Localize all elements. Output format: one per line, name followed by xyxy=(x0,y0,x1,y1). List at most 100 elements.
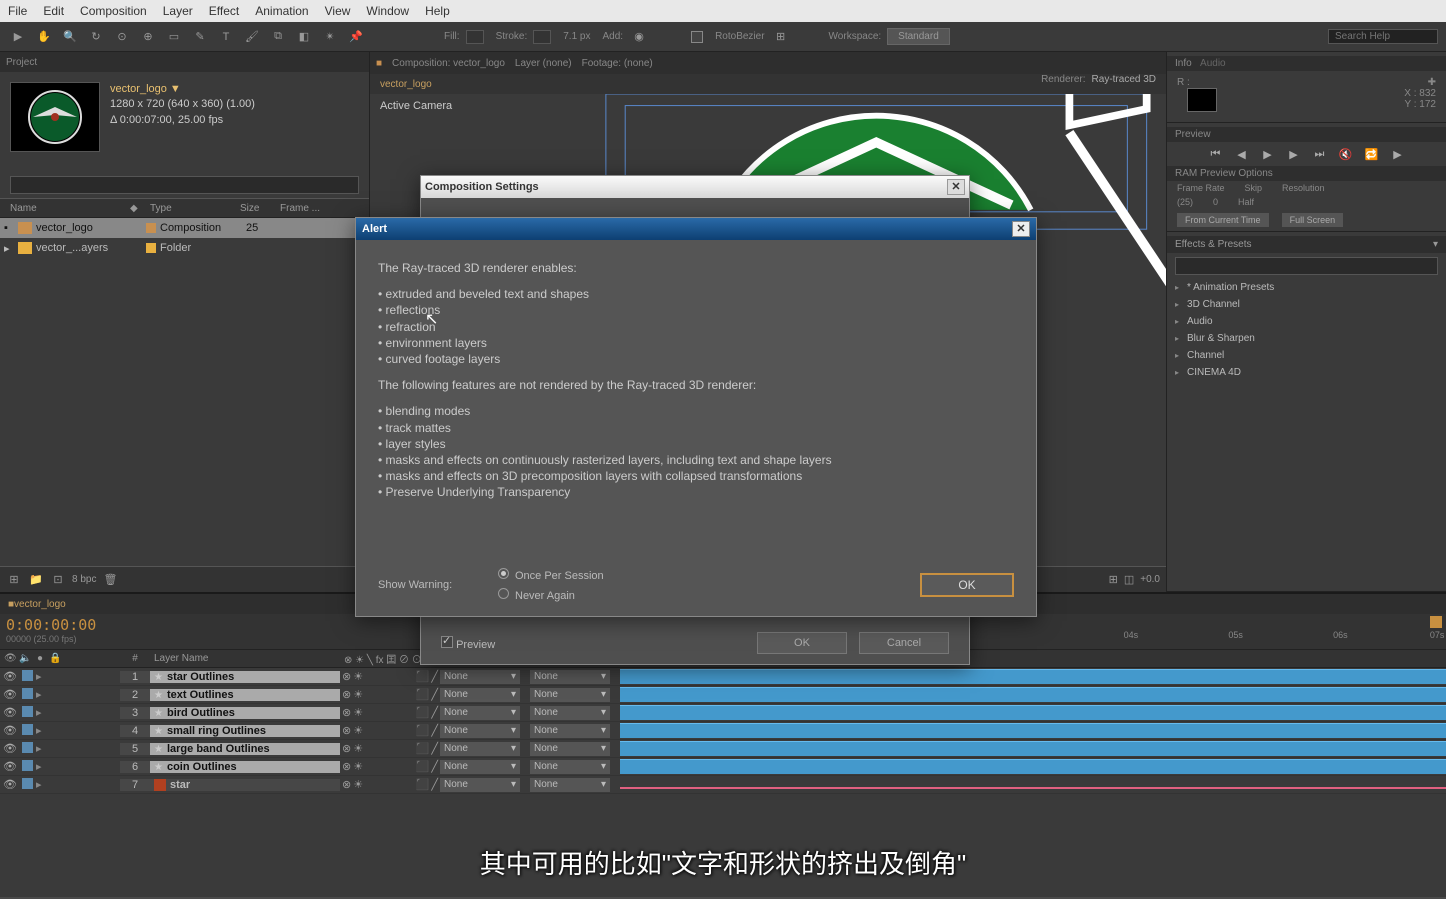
timeline-layer[interactable]: 👁▸5large band Outlines⊗☀⬛╱None▾None▾ xyxy=(0,740,1446,758)
comp-tab[interactable]: Composition: vector_logo xyxy=(392,58,505,69)
timeline-layer[interactable]: 👁▸4small ring Outlines⊗☀⬛╱None▾None▾ xyxy=(0,722,1446,740)
next-frame-icon[interactable]: ▶ xyxy=(1284,146,1304,162)
3d-icon[interactable]: ⬛ xyxy=(416,778,430,791)
layer-bar[interactable] xyxy=(620,705,1446,720)
eraser-tool-icon[interactable]: ◧ xyxy=(294,27,314,47)
effects-category[interactable]: 3D Channel xyxy=(1167,296,1446,313)
layer-bar[interactable] xyxy=(620,759,1446,774)
info-tab[interactable]: Info xyxy=(1175,58,1192,69)
3d-icon[interactable]: ⬛ xyxy=(416,706,430,719)
ok-button[interactable]: OK xyxy=(757,632,847,654)
track-matte-dropdown[interactable]: None▾ xyxy=(530,724,610,738)
work-area-end[interactable] xyxy=(1430,616,1442,628)
menu-help[interactable]: Help xyxy=(425,4,450,18)
3d-icon[interactable]: ⬛ xyxy=(416,742,430,755)
stroke-width[interactable]: 7.1 px xyxy=(563,31,590,42)
label-color[interactable] xyxy=(22,706,33,717)
effects-category[interactable]: Channel xyxy=(1167,347,1446,364)
from-current-time-button[interactable]: From Current Time xyxy=(1177,213,1269,227)
label-color[interactable] xyxy=(22,688,33,699)
label-swatch[interactable] xyxy=(146,243,156,253)
layer-name-cell[interactable]: star Outlines xyxy=(150,671,340,683)
footage-tab[interactable]: Footage: (none) xyxy=(582,58,653,69)
ram-preview-icon[interactable]: ▶ xyxy=(1388,146,1408,162)
3d-icon[interactable]: ⬛ xyxy=(416,670,430,683)
col-num[interactable]: # xyxy=(120,653,150,664)
full-screen-button[interactable]: Full Screen xyxy=(1282,213,1344,227)
current-timecode[interactable]: 0:00:00:00 xyxy=(6,616,434,634)
label-swatch[interactable] xyxy=(146,223,156,233)
cancel-button[interactable]: Cancel xyxy=(859,632,949,654)
timeline-layer[interactable]: 👁▸2text Outlines⊗☀⬛╱None▾None▾ xyxy=(0,686,1446,704)
layer-bar[interactable] xyxy=(620,787,1446,789)
eye-col-icon[interactable]: 👁 xyxy=(4,653,16,664)
rotobezier-checkbox[interactable] xyxy=(691,31,703,43)
label-color[interactable] xyxy=(22,778,33,789)
interpret-icon[interactable]: ⊞ xyxy=(6,572,22,588)
lock-col-icon[interactable]: 🔒 xyxy=(49,653,61,664)
pen-tool-icon[interactable]: ✎ xyxy=(190,27,210,47)
project-item[interactable]: ▸ vector_...ayers Folder xyxy=(0,238,369,258)
col-size[interactable]: Size xyxy=(234,203,274,214)
collapse-icon[interactable]: ☀ xyxy=(353,724,363,737)
region-icon[interactable]: ◫ xyxy=(1124,573,1134,586)
motion-blur-icon[interactable]: ╱ xyxy=(431,760,438,773)
menu-window[interactable]: Window xyxy=(366,4,409,18)
workspace-dropdown[interactable]: Standard xyxy=(887,28,950,45)
brush-tool-icon[interactable]: 🖌 xyxy=(242,27,262,47)
layer-switches[interactable]: ⊗☀⬛╱ xyxy=(340,778,440,791)
shy-icon[interactable]: ⊗ xyxy=(342,724,351,737)
loop-icon[interactable]: 🔁 xyxy=(1362,146,1382,162)
col-name[interactable]: Name xyxy=(4,203,124,214)
layer-switches[interactable]: ⊗☀⬛╱ xyxy=(340,760,440,773)
panbehind-tool-icon[interactable]: ⊕ xyxy=(138,27,158,47)
shy-icon[interactable]: ⊗ xyxy=(342,760,351,773)
3d-icon[interactable]: ⬛ xyxy=(416,724,430,737)
track-matte-dropdown[interactable]: None▾ xyxy=(530,706,610,720)
menu-file[interactable]: File xyxy=(8,4,27,18)
speaker-col-icon[interactable]: 🔈 xyxy=(19,653,31,664)
blend-mode-dropdown[interactable]: None▾ xyxy=(440,742,520,756)
motion-blur-icon[interactable]: ╱ xyxy=(431,742,438,755)
puppet-tool-icon[interactable]: 📌 xyxy=(346,27,366,47)
zoom-tool-icon[interactable]: 🔍 xyxy=(60,27,80,47)
menu-animation[interactable]: Animation xyxy=(255,4,308,18)
trash-icon[interactable]: 🗑 xyxy=(102,572,118,588)
effects-search-input[interactable] xyxy=(1175,257,1438,275)
layer-name-cell[interactable]: large band Outlines xyxy=(150,743,340,755)
play-icon[interactable]: ▶ xyxy=(1258,146,1278,162)
framerate-value[interactable]: (25) xyxy=(1177,197,1193,207)
visibility-toggle[interactable]: 👁 xyxy=(0,760,20,773)
close-icon[interactable]: ✕ xyxy=(1012,221,1030,237)
project-item[interactable]: ▪ vector_logo Composition 25 xyxy=(0,218,369,238)
layer-name-cell[interactable]: bird Outlines xyxy=(150,707,340,719)
comp-subtab[interactable]: vector_logo xyxy=(380,79,432,90)
blend-mode-dropdown[interactable]: None▾ xyxy=(440,778,520,792)
collapse-icon[interactable]: ☀ xyxy=(353,670,363,683)
timeline-tab[interactable]: vector_logo xyxy=(14,599,66,610)
layer-bar[interactable] xyxy=(620,687,1446,702)
label-color[interactable] xyxy=(22,724,33,735)
ram-preview-options[interactable]: RAM Preview Options xyxy=(1167,166,1446,181)
track-matte-dropdown[interactable]: None▾ xyxy=(530,742,610,756)
track-matte-dropdown[interactable]: None▾ xyxy=(530,760,610,774)
resolution-value[interactable]: Half xyxy=(1238,197,1254,207)
shy-icon[interactable]: ⊗ xyxy=(342,688,351,701)
project-list[interactable]: ▪ vector_logo Composition 25 ▸ vector_..… xyxy=(0,218,369,566)
shy-icon[interactable]: ⊗ xyxy=(342,670,351,683)
track-matte-dropdown[interactable]: None▾ xyxy=(530,670,610,684)
camera-tool-icon[interactable]: ⊙ xyxy=(112,27,132,47)
visibility-toggle[interactable]: 👁 xyxy=(0,742,20,755)
text-tool-icon[interactable]: T xyxy=(216,27,236,47)
audio-tab[interactable]: Audio xyxy=(1200,58,1226,69)
track-matte-dropdown[interactable]: None▾ xyxy=(530,778,610,792)
bpc-button[interactable]: 8 bpc xyxy=(72,574,96,585)
layer-bar[interactable] xyxy=(620,669,1446,684)
visibility-toggle[interactable]: 👁 xyxy=(0,706,20,719)
blend-mode-dropdown[interactable]: None▾ xyxy=(440,670,520,684)
collapse-icon[interactable]: ☀ xyxy=(353,778,363,791)
effects-category[interactable]: * Animation Presets xyxy=(1167,279,1446,296)
new-comp-icon[interactable]: ⊡ xyxy=(50,572,66,588)
layer-switches[interactable]: ⊗☀⬛╱ xyxy=(340,688,440,701)
blend-mode-dropdown[interactable]: None▾ xyxy=(440,724,520,738)
